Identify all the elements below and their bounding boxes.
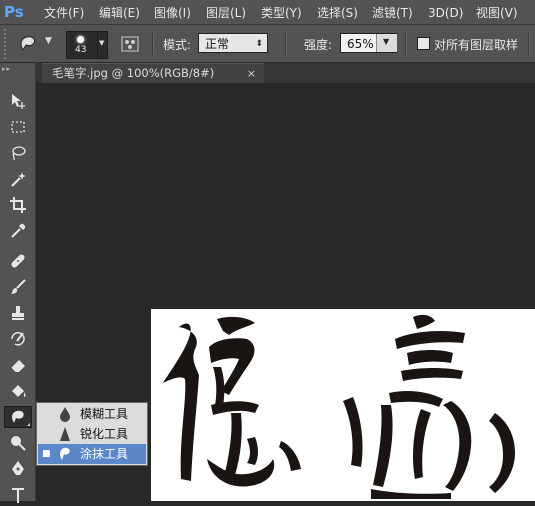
sample-all-layers-label: 对所有图层取样 (434, 38, 519, 52)
document-tab[interactable]: 毛笔字.jpg @ 100%(RGB/8#) × (42, 63, 264, 83)
menu-select[interactable]: 选择(S) (317, 5, 358, 21)
options-separator (152, 33, 154, 55)
crop-tool-icon (10, 197, 26, 213)
menu-3d[interactable]: 3D(D) (428, 5, 463, 21)
sharpen-triangle-icon (60, 427, 70, 441)
menu-type[interactable]: 类型(Y) (261, 5, 302, 21)
options-separator (528, 33, 530, 55)
lasso-tool-icon (12, 146, 26, 161)
options-grip (4, 29, 12, 59)
clone-stamp-tool[interactable] (4, 302, 32, 324)
healing-brush-tool[interactable] (4, 250, 32, 272)
dodge-tool-icon (11, 436, 26, 451)
brush-size-label: 43 (75, 45, 87, 55)
chevron-down-icon: ▼ (45, 36, 52, 46)
flyout-item-blur-tool[interactable]: 模糊工具 (38, 404, 146, 424)
paint-bucket-tool-icon (12, 385, 26, 397)
brush-picker-dropdown[interactable]: ▼ (97, 31, 108, 59)
photoshop-logo: Ps (4, 3, 24, 21)
flyout-item-label: 模糊工具 (80, 407, 129, 421)
menu-bar: Ps 文件(F) 编辑(E) 图像(I) 图层(L) 类型(Y) 选择(S) 滤… (0, 0, 535, 25)
brush-tool[interactable] (4, 276, 32, 298)
crop-tool[interactable] (4, 194, 32, 216)
strength-dropdown-button[interactable]: ▼ (376, 34, 397, 52)
strength-value: 65% (347, 37, 374, 51)
brush-tool-icon (11, 279, 26, 294)
brush-dot-icon (77, 36, 84, 43)
eraser-tool-icon (10, 360, 25, 374)
mode-label: 模式: (163, 38, 192, 52)
flyout-item-label: 锐化工具 (80, 427, 129, 441)
history-brush-tool-icon (11, 332, 25, 346)
blur-drop-icon (60, 407, 70, 422)
brush-picker[interactable]: 43 (66, 31, 98, 59)
pen-tool-icon (12, 461, 24, 475)
lasso-tool[interactable] (4, 142, 32, 164)
healing-brush-tool-icon (11, 254, 25, 268)
tool-group-indicator (27, 423, 30, 426)
magic-wand-tool-icon (11, 172, 26, 187)
updown-arrows-icon: ⬍ (255, 39, 263, 49)
marquee-tool[interactable] (4, 116, 32, 138)
flyout-item-smudge-tool[interactable]: ■ 涂抹工具 (38, 444, 146, 464)
document-tab-title: 毛笔字.jpg @ 100%(RGB/8#) (52, 66, 215, 80)
move-tool-icon (12, 94, 25, 109)
clone-stamp-tool-icon (12, 306, 24, 320)
flyout-item-sharpen-tool[interactable]: 锐化工具 (38, 424, 146, 444)
close-icon[interactable]: × (247, 64, 256, 83)
paint-bucket-tool[interactable] (4, 380, 32, 402)
menu-layer[interactable]: 图层(L) (206, 5, 246, 21)
smudge-tool[interactable] (4, 406, 32, 428)
smudge-finger-icon (60, 447, 70, 460)
pen-tool[interactable] (4, 458, 32, 480)
selected-bullet-icon: ■ (42, 449, 51, 459)
tools-panel: ▸▸ (0, 63, 36, 503)
document-tab-bar: 毛笔字.jpg @ 100%(RGB/8#) × (36, 63, 535, 83)
dodge-tool[interactable] (4, 432, 32, 454)
magic-wand-tool[interactable] (4, 168, 32, 190)
options-separator (405, 33, 407, 55)
chevron-down-icon: ▼ (99, 39, 105, 47)
flyout-item-label: 涂抹工具 (80, 447, 129, 461)
eyedropper-tool-icon (11, 223, 26, 238)
options-separator (285, 33, 287, 55)
mode-select[interactable]: 正常 ⬍ (198, 33, 268, 53)
smudge-tool-icon (12, 410, 24, 423)
brush-panel-icon (121, 36, 139, 52)
history-brush-tool[interactable] (4, 328, 32, 350)
brush-panel-toggle[interactable] (120, 34, 140, 54)
eyedropper-tool[interactable] (4, 220, 32, 242)
type-tool[interactable] (4, 484, 32, 506)
calligraphy-artwork (163, 314, 515, 499)
eraser-tool[interactable] (4, 354, 32, 376)
move-tool[interactable] (4, 90, 32, 112)
marquee-tool-icon (11, 121, 25, 133)
panel-collapse-icon[interactable]: ▸▸ (2, 65, 32, 73)
menu-file[interactable]: 文件(F) (44, 5, 84, 21)
menu-view[interactable]: 视图(V) (476, 5, 518, 21)
options-bar: ▼ 43 ▼ 模式: 正常 ⬍ 强度: 65% ▼ 对所有图层取样 (0, 25, 535, 63)
smudge-tool-flyout-menu: 模糊工具 锐化工具 ■ 涂抹工具 (36, 402, 148, 466)
type-tool-icon (12, 488, 24, 503)
sample-all-layers-checkbox[interactable] (417, 37, 430, 50)
menu-edit[interactable]: 编辑(E) (99, 5, 140, 21)
menu-image[interactable]: 图像(I) (154, 5, 191, 21)
tool-preset-picker[interactable]: ▼ (18, 34, 58, 54)
menu-filter[interactable]: 滤镜(T) (372, 5, 413, 21)
mode-value: 正常 (205, 37, 230, 51)
calligraphy-image[interactable] (151, 309, 535, 501)
smudge-finger-icon (20, 36, 35, 52)
chevron-down-icon: ▼ (383, 37, 390, 46)
strength-label: 强度: (304, 38, 333, 52)
